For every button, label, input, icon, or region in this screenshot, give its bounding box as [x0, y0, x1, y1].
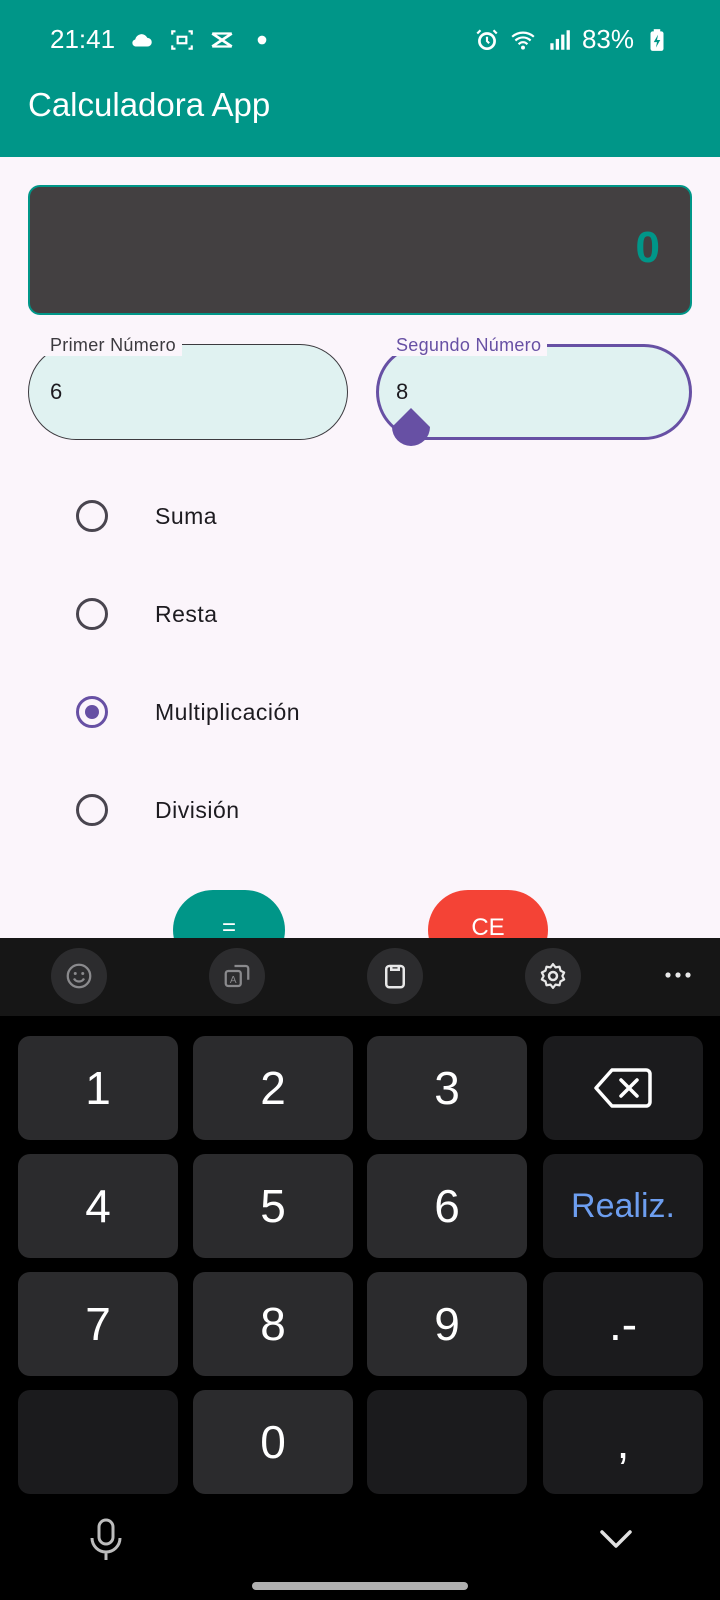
wifi-icon: [511, 31, 535, 50]
backspace-icon: [594, 1068, 652, 1108]
radio-label-suma: Suma: [155, 502, 218, 529]
app-title: Calculadora App: [28, 86, 271, 123]
key-3[interactable]: 3: [367, 1036, 527, 1140]
key-5[interactable]: 5: [193, 1154, 353, 1258]
text-cursor-handle-icon[interactable]: [392, 408, 430, 446]
hide-keyboard-icon[interactable]: [598, 1526, 634, 1554]
radio-button-division[interactable]: [76, 794, 108, 826]
clipboard-icon: [385, 964, 405, 989]
key-9[interactable]: 9: [367, 1272, 527, 1376]
radio-option-multiplicacion[interactable]: Multiplicación: [70, 682, 670, 742]
key-comma[interactable]: ,: [543, 1390, 703, 1494]
capcut-icon: [211, 31, 233, 48]
navigation-handle[interactable]: [252, 1582, 468, 1590]
radio-label-resta: Resta: [155, 600, 218, 627]
key-backspace[interactable]: [543, 1036, 703, 1140]
keyboard-translate-button[interactable]: A: [209, 948, 265, 1004]
screen-record-icon: [171, 29, 193, 50]
key-8[interactable]: 8: [193, 1272, 353, 1376]
second-number-value[interactable]: 8: [396, 379, 408, 405]
svg-text:A: A: [230, 975, 237, 986]
first-number-field[interactable]: [28, 344, 348, 440]
keyboard-settings-button[interactable]: [525, 948, 581, 1004]
emoji-icon: [66, 963, 92, 989]
signal-icon: [550, 29, 570, 50]
radio-button-suma[interactable]: [76, 500, 108, 532]
settings-icon: [540, 963, 566, 989]
result-value: 0: [635, 223, 660, 272]
radio-label-division: División: [155, 796, 240, 823]
second-number-label: Segundo Número: [390, 335, 548, 356]
keyboard-more-button[interactable]: [650, 960, 706, 990]
battery-charging-icon: [650, 28, 664, 51]
keyboard-emoji-button[interactable]: [51, 948, 107, 1004]
key-0[interactable]: 0: [193, 1390, 353, 1494]
radio-label-multiplicacion: Multiplicación: [155, 698, 301, 725]
microphone-icon[interactable]: [88, 1518, 124, 1562]
key-empty-left: [18, 1390, 178, 1494]
radio-option-resta[interactable]: Resta: [70, 584, 670, 644]
result-display: 0: [28, 185, 692, 315]
key-1[interactable]: 1: [18, 1036, 178, 1140]
status-bar: 21:41 83%: [0, 0, 720, 80]
key-dot-minus[interactable]: .-: [543, 1272, 703, 1376]
alarm-icon: [476, 28, 498, 50]
dot-icon: [257, 35, 267, 44]
radio-option-suma[interactable]: Suma: [70, 486, 670, 546]
key-4[interactable]: 4: [18, 1154, 178, 1258]
more-icon: [665, 972, 691, 978]
cloud-icon: [132, 33, 152, 46]
key-done[interactable]: Realiz.: [543, 1154, 703, 1258]
status-time: 21:41: [50, 24, 116, 54]
translate-icon: A: [224, 964, 250, 988]
radio-button-multiplicacion[interactable]: [76, 696, 108, 728]
radio-button-resta[interactable]: [76, 598, 108, 630]
battery-percentage: 83%: [581, 24, 634, 54]
key-2[interactable]: 2: [193, 1036, 353, 1140]
key-7[interactable]: 7: [18, 1272, 178, 1376]
key-6[interactable]: 6: [367, 1154, 527, 1258]
first-number-label: Primer Número: [44, 335, 182, 356]
keyboard-toolbar: [0, 938, 720, 1016]
key-empty-right: [367, 1390, 527, 1494]
radio-option-division[interactable]: División: [70, 780, 670, 840]
first-number-value[interactable]: 6: [50, 379, 62, 405]
keyboard-clipboard-button[interactable]: [367, 948, 423, 1004]
